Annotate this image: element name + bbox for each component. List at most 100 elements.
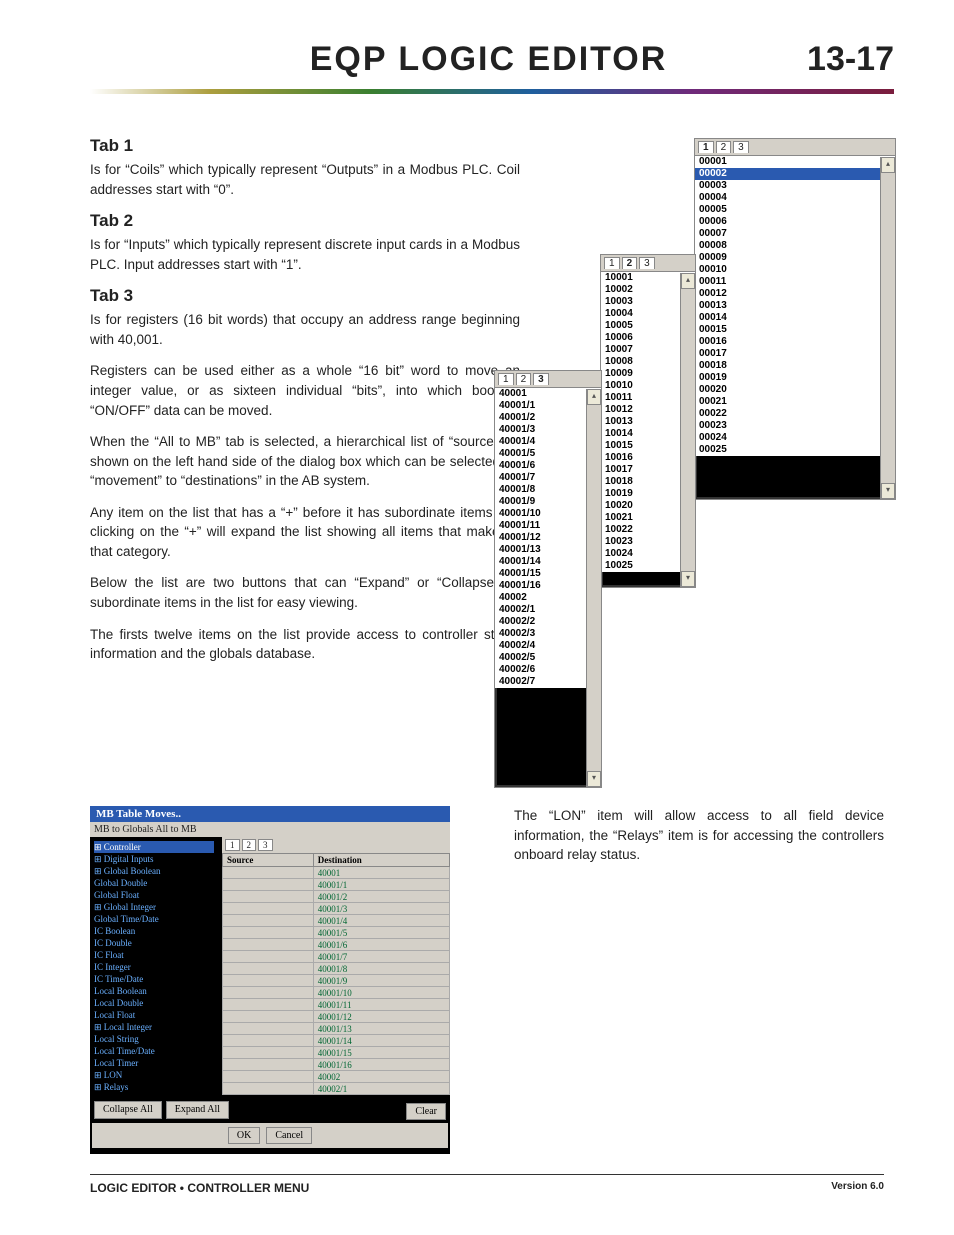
list-item[interactable]: 00019 <box>695 372 895 384</box>
table-row[interactable]: 40001/10 <box>223 987 450 999</box>
mb-tab-2[interactable]: 2 <box>242 839 257 851</box>
list-item[interactable]: 00018 <box>695 360 895 372</box>
tree-item[interactable]: Local Time/Date <box>94 1045 214 1057</box>
scroll-up-icon[interactable]: ▴ <box>681 273 695 289</box>
list-item[interactable]: 00017 <box>695 348 895 360</box>
clear-button[interactable]: Clear <box>406 1103 446 1120</box>
list-item[interactable]: 00008 <box>695 240 895 252</box>
tree-item[interactable]: ⊞ Controller <box>94 841 214 853</box>
list-item[interactable]: 00012 <box>695 288 895 300</box>
tree-item[interactable]: Local String <box>94 1033 214 1045</box>
tree-item[interactable]: Global Double <box>94 877 214 889</box>
table-row[interactable]: 40002 <box>223 1071 450 1083</box>
table-row[interactable]: 40001/8 <box>223 963 450 975</box>
scroll-up-icon[interactable]: ▴ <box>881 157 895 173</box>
tree-item[interactable]: Local Float <box>94 1009 214 1021</box>
list-item[interactable]: 00016 <box>695 336 895 348</box>
tree-item[interactable]: IC Double <box>94 937 214 949</box>
cell-destination: 40001/5 <box>313 927 449 939</box>
scroll-down-icon[interactable]: ▾ <box>587 771 601 787</box>
table-row[interactable]: 40001/16 <box>223 1059 450 1071</box>
mb-source-tree[interactable]: ⊞ Controller⊞ Digital Inputs⊞ Global Boo… <box>90 837 218 1097</box>
mb-tab-1[interactable]: 1 <box>225 839 240 851</box>
tree-item[interactable]: Local Boolean <box>94 985 214 997</box>
list-item[interactable]: 00021 <box>695 396 895 408</box>
list-item[interactable]: 00023 <box>695 420 895 432</box>
table-row[interactable]: 40001/11 <box>223 999 450 1011</box>
expand-all-button[interactable]: Expand All <box>166 1101 229 1119</box>
fig1-tab-2[interactable]: 2 <box>716 141 732 153</box>
tree-item[interactable]: ⊞ Digital Inputs <box>94 853 214 865</box>
mb-right-tabs[interactable]: 1 2 3 <box>222 837 450 853</box>
table-row[interactable]: 40001/14 <box>223 1035 450 1047</box>
fig2-tab-2[interactable]: 2 <box>622 257 638 269</box>
fig1-list[interactable]: 0000100002000030000400005000060000700008… <box>695 156 895 456</box>
table-row[interactable]: 40001/1 <box>223 879 450 891</box>
table-row[interactable]: 40001/7 <box>223 951 450 963</box>
list-item[interactable]: 00007 <box>695 228 895 240</box>
ok-button[interactable]: OK <box>228 1127 260 1144</box>
table-row[interactable]: 40001/6 <box>223 939 450 951</box>
fig3-tabs[interactable]: 1 2 3 <box>495 371 601 388</box>
tree-item[interactable]: Global Float <box>94 889 214 901</box>
tree-item[interactable]: Local Timer <box>94 1057 214 1069</box>
fig2-tabs[interactable]: 1 2 3 <box>601 255 695 272</box>
tree-item[interactable]: ⊞ Global Boolean <box>94 865 214 877</box>
list-item[interactable]: 00022 <box>695 408 895 420</box>
list-item[interactable]: 00024 <box>695 432 895 444</box>
tree-item[interactable]: IC Boolean <box>94 925 214 937</box>
mb-tab-3[interactable]: 3 <box>258 839 273 851</box>
fig1-tab-3[interactable]: 3 <box>733 141 749 153</box>
list-item[interactable]: 00001 <box>695 156 895 168</box>
table-row[interactable]: 40001/9 <box>223 975 450 987</box>
scroll-down-icon[interactable]: ▾ <box>881 483 895 499</box>
tree-item[interactable]: Local Double <box>94 997 214 1009</box>
list-item[interactable]: 00020 <box>695 384 895 396</box>
tree-item[interactable]: IC Float <box>94 949 214 961</box>
list-item[interactable]: 00006 <box>695 216 895 228</box>
fig2-tab-1[interactable]: 1 <box>604 257 620 269</box>
tree-item[interactable]: IC Integer <box>94 961 214 973</box>
list-item[interactable]: 00005 <box>695 204 895 216</box>
list-item[interactable]: 00002 <box>695 168 895 180</box>
mb-tabrow[interactable]: MB to Globals All to MB <box>90 822 450 837</box>
list-item[interactable]: 00014 <box>695 312 895 324</box>
scroll-down-icon[interactable]: ▾ <box>681 571 695 587</box>
cancel-button[interactable]: Cancel <box>266 1127 312 1144</box>
table-row[interactable]: 40002/1 <box>223 1083 450 1095</box>
table-row[interactable]: 40001/2 <box>223 891 450 903</box>
list-item[interactable]: 00003 <box>695 180 895 192</box>
list-item[interactable]: 00025 <box>695 444 895 456</box>
table-row[interactable]: 40001/3 <box>223 903 450 915</box>
fig2-tab-3[interactable]: 3 <box>639 257 655 269</box>
fig3-scrollbar[interactable]: ▴▾ <box>586 389 601 787</box>
table-row[interactable]: 40001 <box>223 867 450 879</box>
tree-item[interactable]: Global Time/Date <box>94 913 214 925</box>
collapse-all-button[interactable]: Collapse All <box>94 1101 162 1119</box>
list-item[interactable]: 00015 <box>695 324 895 336</box>
tree-item[interactable]: ⊞ Relays <box>94 1081 214 1093</box>
list-item[interactable]: 00004 <box>695 192 895 204</box>
table-row[interactable]: 40001/5 <box>223 927 450 939</box>
tree-item[interactable]: ⊞ LON <box>94 1069 214 1081</box>
table-row[interactable]: 40001/15 <box>223 1047 450 1059</box>
fig2-scrollbar[interactable]: ▴▾ <box>680 273 695 587</box>
list-item[interactable]: 00011 <box>695 276 895 288</box>
table-row[interactable]: 40001/13 <box>223 1023 450 1035</box>
fig3-tab-2[interactable]: 2 <box>516 373 532 385</box>
table-row[interactable]: 40001/4 <box>223 915 450 927</box>
fig1-tabs[interactable]: 1 2 3 <box>695 139 895 156</box>
list-item[interactable]: 00009 <box>695 252 895 264</box>
scroll-up-icon[interactable]: ▴ <box>587 389 601 405</box>
fig1-tab-1[interactable]: 1 <box>698 141 714 153</box>
fig3-tab-1[interactable]: 1 <box>498 373 514 385</box>
tree-item[interactable]: ⊞ Global Integer <box>94 901 214 913</box>
table-row[interactable]: 40001/12 <box>223 1011 450 1023</box>
list-item[interactable]: 00010 <box>695 264 895 276</box>
fig3-tab-3[interactable]: 3 <box>533 373 549 385</box>
tree-item[interactable]: ⊞ Local Integer <box>94 1021 214 1033</box>
list-item[interactable]: 00013 <box>695 300 895 312</box>
fig1-scrollbar[interactable]: ▴▾ <box>880 157 895 499</box>
tree-item[interactable]: IC Time/Date <box>94 973 214 985</box>
mb-table[interactable]: Source Destination 4000140001/140001/240… <box>222 853 450 1095</box>
